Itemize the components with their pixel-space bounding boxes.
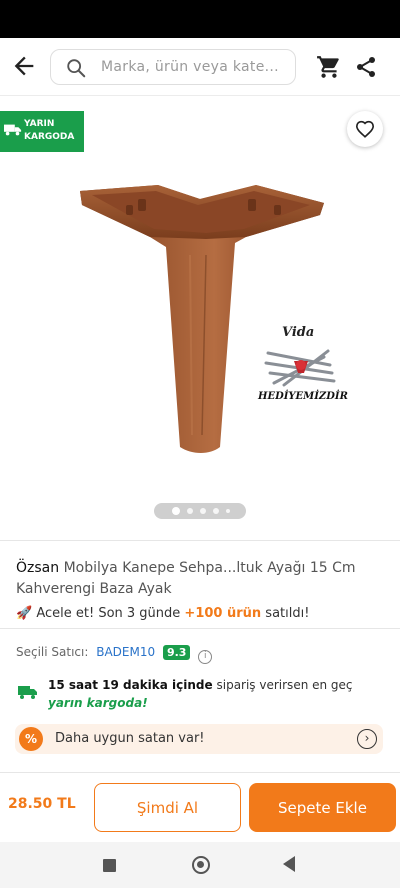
delivery-text: 15 saat 19 dakika içinde sipariş verirse… <box>48 676 388 712</box>
search-icon <box>67 59 86 78</box>
pager-dot-active[interactable] <box>172 507 180 515</box>
status-bar <box>0 0 400 38</box>
system-nav-bar <box>0 842 400 888</box>
delivery-green: yarın kargoda! <box>48 696 148 710</box>
sales-urgency: 🚀 Acele et! Son 3 günde +100 ürün satıld… <box>16 606 386 621</box>
gift-screws: Vida HEDİYEMİZDİR <box>250 325 350 415</box>
buy-now-button[interactable]: Şimdi Al <box>94 783 241 832</box>
badge-line-2: KARGODA <box>24 132 75 142</box>
product-name: Mobilya Kanepe Sehpa...ltuk Ayağı 15 Cm … <box>16 560 356 597</box>
truck-icon <box>18 686 37 699</box>
home-icon[interactable] <box>192 856 210 874</box>
share-icon[interactable] <box>354 55 378 79</box>
chevron-right-icon[interactable]: › <box>357 729 377 749</box>
gift-label-bottom: HEDİYEMİZDİR <box>258 391 348 402</box>
cart-icon[interactable] <box>316 54 342 80</box>
product-title: Özsan Mobilya Kanepe Sehpa...ltuk Ayağı … <box>16 558 386 600</box>
product-price: 28.50 TL <box>8 796 76 812</box>
screws-image <box>264 349 336 387</box>
seller-name[interactable]: BADEM10 <box>96 645 155 659</box>
urgency-highlight: +100 ürün <box>184 606 262 621</box>
urgency-suffix: satıldı! <box>265 606 310 621</box>
back-arrow-icon[interactable] <box>10 52 38 80</box>
image-pager[interactable] <box>154 503 246 519</box>
top-bar: Marka, ürün veya kate... <box>0 38 400 96</box>
product-brand[interactable]: Özsan <box>16 560 59 576</box>
seller-row: Seçili Satıcı: BADEM10 9.3 i <box>16 645 213 664</box>
cheaper-sellers-banner[interactable]: % Daha uygun satan var! › <box>15 724 383 754</box>
nav-back-icon[interactable] <box>283 856 295 872</box>
rocket-icon: 🚀 <box>16 606 33 621</box>
badge-line-1: YARIN <box>24 119 55 129</box>
urgency-prefix: Acele et! Son 3 günde <box>36 606 181 621</box>
search-placeholder: Marka, ürün veya kate... <box>101 59 279 75</box>
divider <box>0 540 400 541</box>
pager-dot[interactable] <box>200 508 206 514</box>
truck-icon <box>4 124 22 136</box>
seller-label: Seçili Satıcı: <box>16 645 89 659</box>
search-input[interactable]: Marka, ürün veya kate... <box>50 49 296 85</box>
product-gallery[interactable]: YARIN KARGODA Vida HEDİYEMİZDİR <box>0 97 400 535</box>
pager-dot[interactable] <box>187 508 193 514</box>
fast-shipping-badge: YARIN KARGODA <box>0 111 84 152</box>
delivery-time: 15 saat 19 dakika içinde <box>48 678 213 692</box>
recents-icon[interactable] <box>103 859 116 872</box>
product-info: Özsan Mobilya Kanepe Sehpa...ltuk Ayağı … <box>16 558 386 621</box>
discount-icon: % <box>19 727 43 751</box>
seller-score-badge: 9.3 <box>162 645 191 660</box>
pager-dot[interactable] <box>213 508 219 514</box>
info-icon[interactable]: i <box>198 650 213 664</box>
pager-dot[interactable] <box>226 509 230 513</box>
favorite-button[interactable] <box>347 111 383 147</box>
add-to-cart-button[interactable]: Sepete Ekle <box>249 783 396 832</box>
gift-label-top: Vida <box>282 325 315 340</box>
delivery-middle: sipariş verirsen en geç <box>216 678 353 692</box>
divider <box>0 628 400 629</box>
purchase-bar: 28.50 TL Şimdi Al Sepete Ekle <box>0 772 400 842</box>
cheaper-text: Daha uygun satan var! <box>55 731 205 746</box>
heart-icon <box>355 120 375 138</box>
